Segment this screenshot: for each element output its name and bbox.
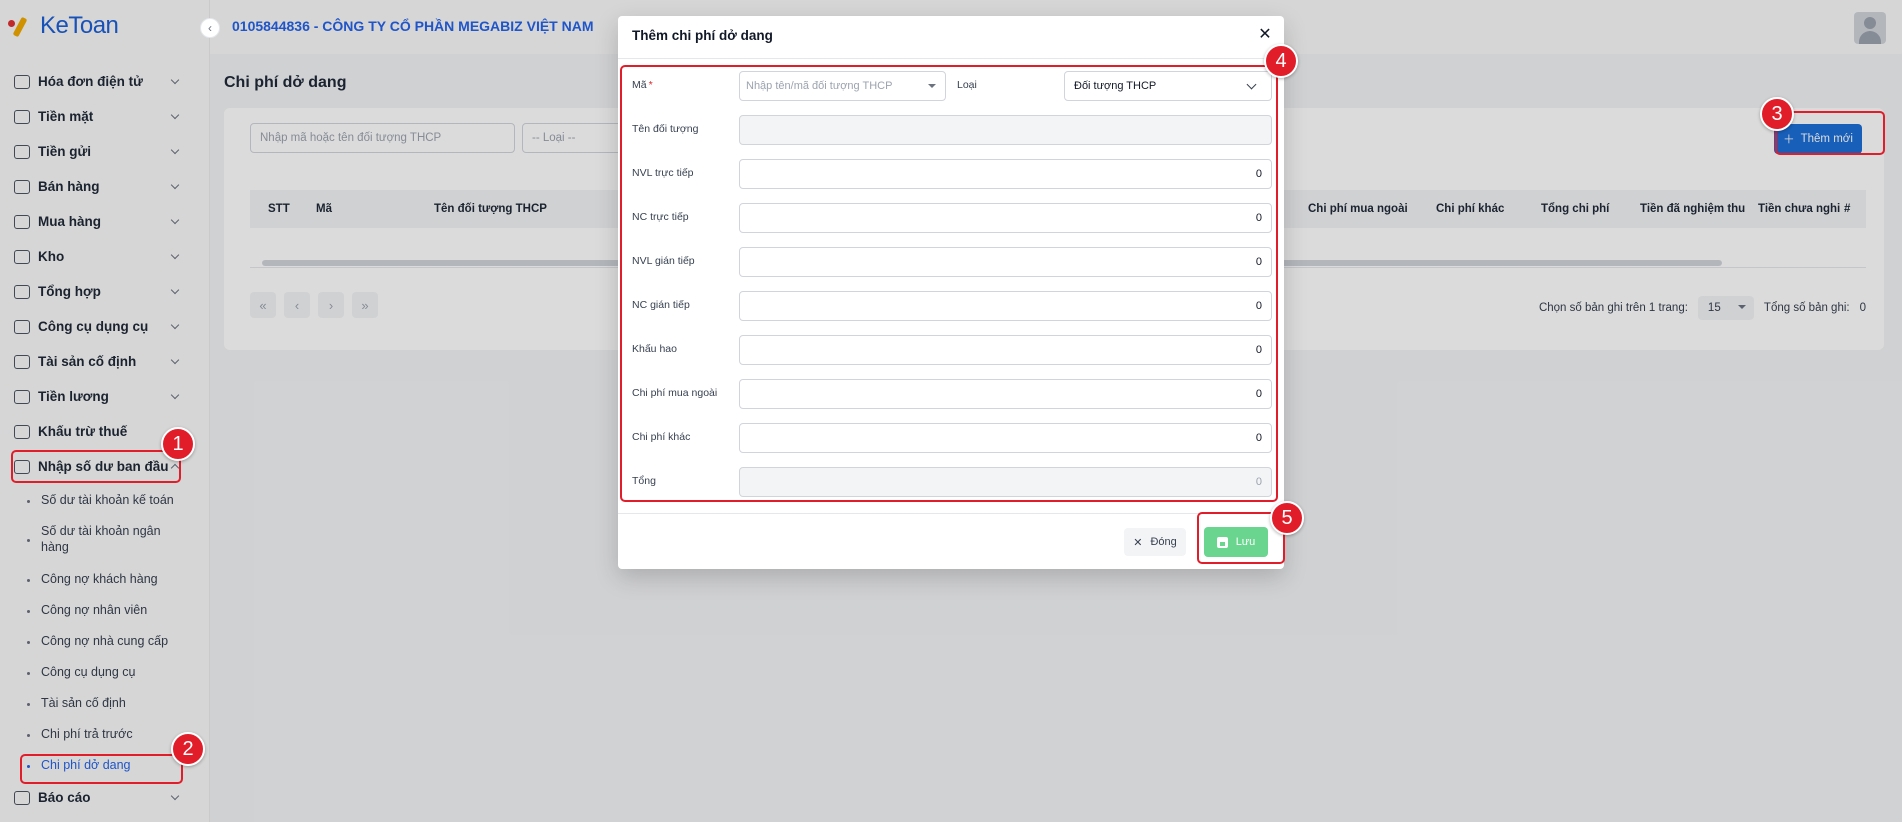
divider bbox=[618, 513, 1284, 514]
annotation-badge: 3 bbox=[1760, 97, 1794, 131]
collapse-sidebar-icon[interactable]: ‹ bbox=[200, 18, 220, 38]
modal-title: Thêm chi phí dở dang bbox=[632, 28, 773, 43]
divider bbox=[618, 58, 1284, 59]
annotation-badge: 1 bbox=[161, 427, 195, 461]
close-icon: ✕ bbox=[1133, 536, 1143, 549]
annotation-highlight bbox=[11, 450, 181, 483]
annotation-highlight bbox=[20, 754, 183, 784]
annotation-badge: 4 bbox=[1264, 44, 1298, 78]
annotation-badge: 2 bbox=[171, 732, 205, 766]
annotation-highlight bbox=[620, 65, 1278, 502]
close-button[interactable]: ✕ Đóng bbox=[1124, 528, 1186, 556]
close-icon[interactable]: ✕ bbox=[1256, 26, 1274, 44]
annotation-badge: 5 bbox=[1270, 501, 1304, 535]
